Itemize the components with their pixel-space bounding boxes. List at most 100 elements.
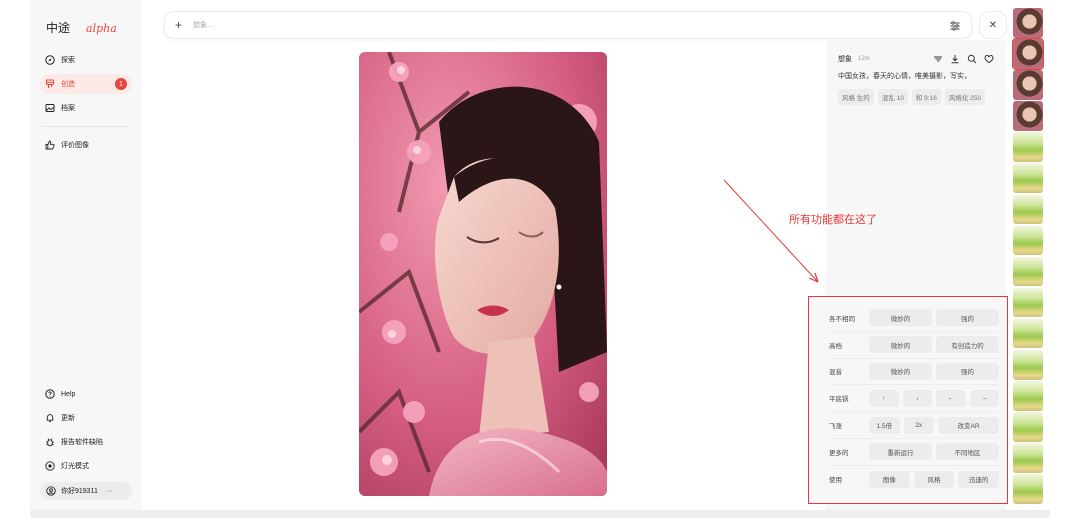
sidebar-item-label: 档案 (61, 105, 75, 112)
remix-subtle-button[interactable]: 微妙的 (869, 362, 932, 380)
param-chip[interactable]: 风格 生的 (838, 89, 874, 105)
thumbnail[interactable] (1013, 194, 1043, 225)
vary-region-button[interactable]: 不同地区 (936, 443, 999, 461)
use-prompt-button[interactable]: 迅速的 (958, 470, 1000, 488)
sidebar-item-rate-images[interactable]: 评价图像 (40, 135, 132, 155)
thumbnail[interactable] (1013, 287, 1043, 318)
sidebar-divider (42, 126, 130, 127)
bottom-scrollbar[interactable] (30, 510, 1050, 518)
sun-icon (45, 461, 55, 471)
help-icon (45, 389, 55, 399)
change-ar-button[interactable]: 改变AR (938, 416, 999, 434)
brand[interactable]: 中途 alpha (46, 16, 132, 36)
thumbnail[interactable] (1013, 256, 1043, 287)
prompt-text[interactable]: 中国女孩，春天的心情，唯美摄影，写实， (826, 64, 1006, 81)
bell-icon (45, 413, 55, 423)
sidebar-item-help[interactable]: Help (40, 384, 132, 404)
username: 你好919311 (61, 488, 98, 495)
thumbnail[interactable] (1013, 318, 1043, 349)
thumbnail[interactable] (1013, 381, 1043, 411)
timestamp: 12m (858, 56, 870, 62)
search-icon[interactable] (967, 54, 977, 64)
pan-right-button[interactable]: → (969, 389, 999, 407)
download-icon[interactable] (950, 54, 960, 64)
sidebar-item-label: 创造 (61, 81, 75, 88)
thumbnail[interactable] (1013, 225, 1043, 256)
list-icon[interactable] (933, 54, 943, 64)
pan-up-button[interactable]: ↑ (869, 389, 899, 407)
main-image[interactable] (359, 52, 607, 496)
sidebar-item-label: 灯光模式 (61, 463, 89, 470)
action-label: 更多的 (829, 449, 849, 457)
vary-strong-button[interactable]: 强的 (936, 309, 999, 327)
settings-sliders-icon[interactable] (949, 19, 961, 31)
sidebar-item-label: Help (61, 390, 76, 398)
action-label: 各不相同 (829, 315, 855, 323)
action-row-use: 使用 图像 风格 迅速的 (829, 466, 1000, 493)
sidebar-item-explore[interactable]: 探索 (40, 50, 132, 70)
thumbnail[interactable] (1013, 101, 1043, 131)
prompt-bar[interactable]: + 想象... (164, 11, 972, 39)
close-icon: ✕ (988, 19, 998, 31)
app-logo[interactable]: 中途 (46, 19, 70, 36)
thumbnail[interactable] (1013, 132, 1043, 162)
action-row-pan: 平底锅 ↑ ↓ ← → (829, 385, 999, 413)
action-row-upscale: 高档 微妙的 有创造力的 (829, 332, 999, 359)
action-panel: 各不相同 微妙的 强的 高档 微妙的 有创造力的 混音 微妙的 强的 平底锅 ↑… (808, 296, 1008, 504)
thumbnail[interactable] (1013, 443, 1043, 473)
zoom-1-5x-button[interactable]: 1.5倍 (869, 416, 900, 434)
prompt-placeholder[interactable]: 想象... (193, 20, 213, 30)
heart-icon[interactable] (984, 54, 994, 64)
more-options-icon[interactable]: ··· (106, 488, 113, 495)
use-style-button[interactable]: 风格 (913, 470, 955, 488)
use-image-button[interactable]: 图像 (869, 470, 910, 488)
upscale-creative-button[interactable]: 有创造力的 (936, 336, 999, 354)
sidebar-item-light-mode[interactable]: 灯光模式 (40, 456, 132, 476)
close-button[interactable]: ✕ (979, 11, 1007, 39)
author-name[interactable]: 想象 (838, 54, 852, 64)
alpha-tag: alpha (86, 22, 117, 35)
thumbs-up-icon (45, 140, 55, 150)
thumbnail[interactable] (1013, 70, 1043, 100)
param-chip[interactable]: 风格化 250 (944, 89, 985, 105)
thumbnail-strip (1012, 8, 1044, 506)
action-label: 平底锅 (829, 396, 849, 404)
action-label: 飞涨 (829, 423, 842, 431)
upscale-subtle-button[interactable]: 微妙的 (869, 336, 932, 354)
vary-subtle-button[interactable]: 微妙的 (869, 309, 932, 327)
sidebar-item-updates[interactable]: 更新 (40, 408, 132, 428)
action-row-vary: 各不相同 微妙的 强的 (829, 305, 999, 332)
plus-icon[interactable]: + (175, 18, 189, 32)
pan-left-button[interactable]: ← (936, 389, 966, 407)
notification-badge: 1 (115, 78, 127, 90)
thumbnail-selected[interactable] (1012, 38, 1044, 70)
param-chip[interactable]: 和 9:16 (911, 89, 941, 105)
param-chip[interactable]: 混乱 10 (877, 89, 908, 105)
sidebar-item-label: 报告软件缺陷 (61, 439, 103, 446)
rerun-button[interactable]: 重新运行 (869, 443, 932, 461)
sidebar-item-label: 更新 (61, 415, 75, 422)
thumbnail[interactable] (1013, 350, 1043, 380)
action-label: 混音 (829, 369, 842, 377)
image-actions (933, 54, 994, 64)
pan-down-button[interactable]: ↓ (902, 389, 932, 407)
sidebar: 中途 alpha 探索 创造 1 档案 评价图像 Help 更新 报告软件缺陷 … (30, 0, 142, 510)
bug-icon (45, 437, 55, 447)
sidebar-item-create[interactable]: 创造 1 (40, 74, 132, 94)
zoom-2x-button[interactable]: 2x (903, 416, 934, 434)
image-icon (45, 103, 55, 113)
portrait-artwork (359, 52, 607, 496)
brush-icon (45, 79, 55, 89)
thumbnail[interactable] (1013, 8, 1043, 38)
sidebar-item-archive[interactable]: 档案 (40, 98, 132, 118)
action-label: 高档 (829, 342, 842, 350)
thumbnail[interactable] (1013, 163, 1043, 193)
sidebar-item-report-bug[interactable]: 报告软件缺陷 (40, 432, 132, 452)
thumbnail[interactable] (1013, 412, 1043, 442)
action-row-more: 更多的 重新运行 不同地区 (829, 439, 999, 466)
remix-strong-button[interactable]: 强的 (936, 362, 999, 380)
user-menu[interactable]: 你好919311 ··· (40, 482, 132, 500)
thumbnail[interactable] (1013, 474, 1043, 504)
sidebar-item-label: 评价图像 (61, 142, 89, 149)
annotation-text: 所有功能都在这了 (789, 214, 877, 226)
